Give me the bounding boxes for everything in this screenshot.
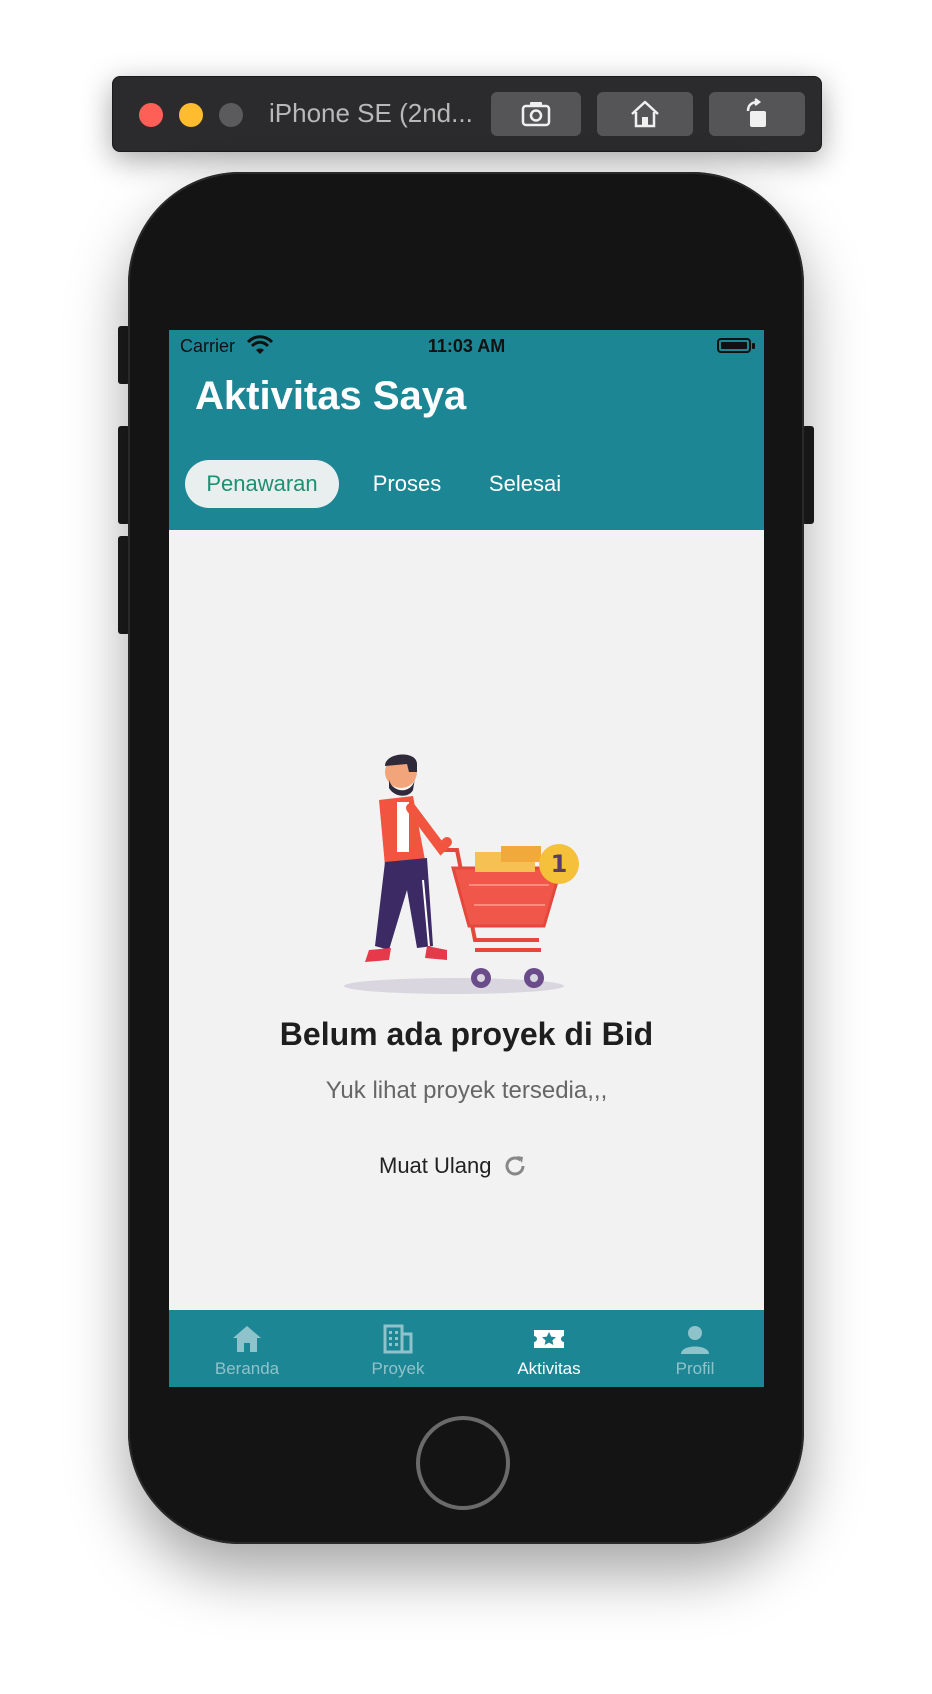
nav-aktivitas[interactable]: Aktivitas	[475, 1310, 623, 1387]
home-icon	[233, 1326, 261, 1352]
nav-profil[interactable]: Profil	[621, 1310, 764, 1387]
shopping-cart-illustration: 1	[344, 754, 579, 994]
screenshot-icon	[521, 102, 551, 127]
minimize-window-button[interactable]	[179, 103, 203, 127]
home-button[interactable]	[597, 92, 693, 136]
nav-label: Aktivitas	[517, 1359, 581, 1378]
screenshot-button[interactable]	[491, 92, 581, 136]
battery-icon	[717, 338, 751, 353]
battery-tip	[752, 343, 755, 349]
app-screen: Carrier 11:03 AM Aktivitas Saya Penawara…	[169, 330, 764, 1387]
status-bar: Carrier 11:03 AM	[169, 330, 764, 362]
nav-label: Beranda	[214, 1359, 280, 1378]
nav-proyek[interactable]: Proyek	[324, 1310, 472, 1387]
empty-state-subtitle: Yuk lihat proyek tersedia,,,	[325, 1077, 608, 1104]
rotate-icon	[746, 98, 766, 127]
ticket-star-icon	[534, 1330, 564, 1348]
simulator-title: iPhone SE (2nd...	[269, 98, 473, 128]
page-title: Aktivitas Saya	[195, 374, 467, 418]
nav-label: Proyek	[371, 1359, 425, 1378]
device-home-button[interactable]	[416, 1416, 510, 1510]
refresh-icon	[505, 1156, 525, 1176]
tab-selesai[interactable]: Selesai	[475, 460, 575, 508]
tab-proses[interactable]: Proses	[357, 460, 457, 508]
building-icon	[383, 1324, 413, 1354]
nav-beranda[interactable]: Beranda	[173, 1310, 321, 1387]
reload-label: Muat Ulang	[379, 1153, 492, 1178]
app-header: Carrier 11:03 AM Aktivitas Saya Penawara…	[169, 330, 764, 530]
close-window-button[interactable]	[139, 103, 163, 127]
simulator-toolbar: iPhone SE (2nd...	[112, 76, 822, 152]
tab-penawaran[interactable]: Penawaran	[185, 460, 339, 508]
status-time: 11:03 AM	[427, 336, 506, 356]
nav-label: Profil	[675, 1359, 715, 1378]
person-icon	[681, 1326, 709, 1354]
cart-badge-number: 1	[551, 850, 568, 878]
bottom-navigation: Beranda Proyek Aktivitas Profil	[169, 1310, 764, 1387]
empty-state-title: Belum ada proyek di Bid	[279, 1016, 654, 1052]
home-icon	[631, 100, 659, 128]
rotate-button[interactable]	[709, 92, 805, 136]
zoom-window-button[interactable]	[219, 103, 243, 127]
reload-button[interactable]: Muat Ulang	[379, 1149, 528, 1183]
